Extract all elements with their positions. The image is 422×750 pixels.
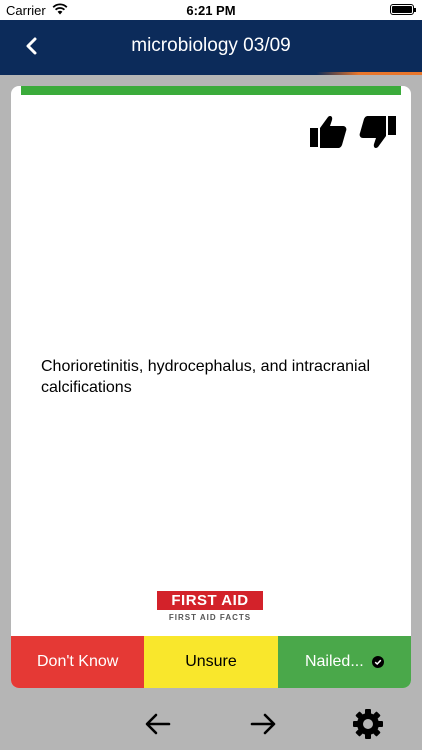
dont-know-button[interactable]: Don't Know (11, 636, 145, 688)
battery-icon (390, 4, 416, 15)
flashcard: Chorioretinitis, hydrocephalus, and intr… (11, 86, 411, 688)
navigation-bar: microbiology 03/09 (0, 20, 422, 72)
status-time: 6:21 PM (186, 3, 236, 18)
dont-know-label: Don't Know (37, 653, 119, 670)
nailed-label: Nailed... (304, 653, 364, 670)
thumbs-down-icon[interactable] (357, 111, 399, 153)
page-title: microbiology 03/09 (131, 35, 291, 56)
thumbs-up-icon[interactable] (307, 111, 349, 153)
answer-buttons: Don't Know Unsure Nailed... (11, 636, 411, 688)
arrow-left-icon[interactable] (142, 708, 174, 740)
unsure-button[interactable]: Unsure (144, 636, 278, 688)
first-aid-logo: FIRST AID FIRST AID FACTS (157, 591, 263, 625)
unsure-label: Unsure (185, 653, 237, 670)
logo-brand: FIRST AID (157, 591, 263, 610)
check-circle-icon (371, 656, 384, 668)
bottom-toolbar (0, 698, 422, 750)
arrow-right-icon[interactable] (247, 708, 279, 740)
card-progress-bar (21, 86, 401, 95)
flashcard-question: Chorioretinitis, hydrocephalus, and intr… (41, 358, 371, 396)
status-bar: Carrier 6:21 PM (0, 0, 422, 20)
nailed-button[interactable]: Nailed... (277, 636, 411, 688)
gear-icon[interactable] (352, 708, 384, 740)
nav-accent-line (0, 72, 422, 75)
logo-subtitle: FIRST AID FACTS (168, 613, 252, 622)
